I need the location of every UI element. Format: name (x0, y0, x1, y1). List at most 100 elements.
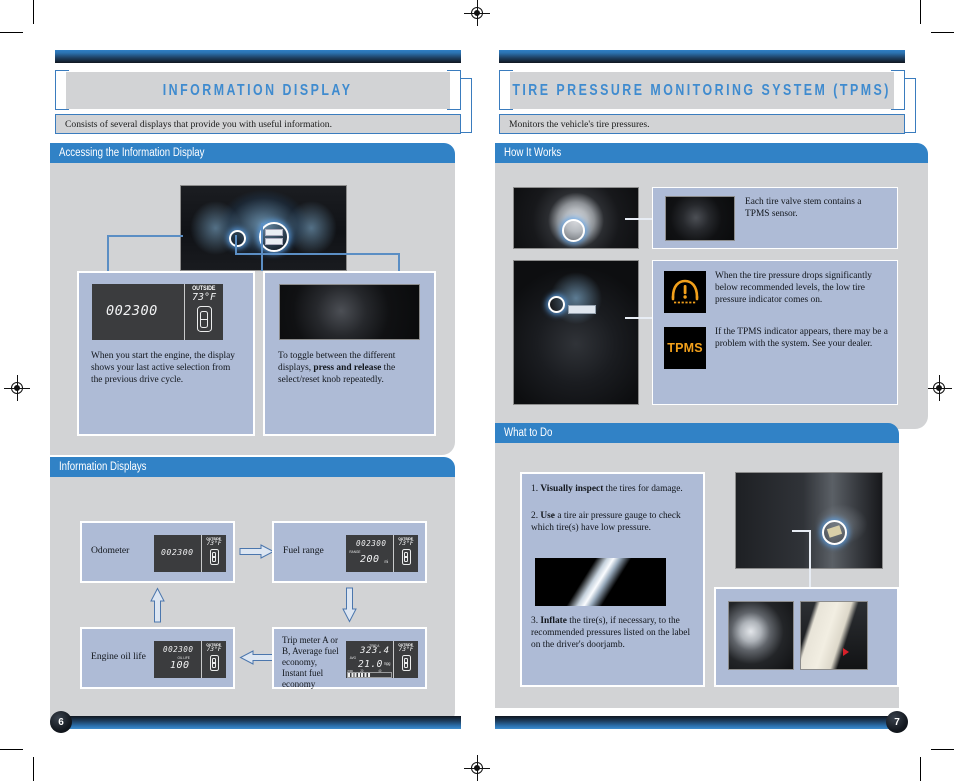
lcd-outside-label: OUTSIDE (206, 642, 222, 647)
chapter-title: TIRE PRESSURE MONITORING SYSTEM (TPMS) (512, 81, 892, 99)
display-item-engine-oil-life: Engine oil life 002300 OIL LIFE 100 OUTS… (80, 627, 235, 689)
lcd-engine-oil-life: 002300 OIL LIFE 100 OUTSIDE 73°F (154, 641, 226, 678)
step-2-bold: Use (540, 511, 555, 521)
step-1-rest: the tires for damage. (603, 484, 683, 494)
tire-wheel-photo (513, 187, 639, 249)
valve-stem-photo (665, 196, 735, 241)
step-3-bold: Inflate (540, 616, 567, 626)
tpms-indicator-label: TPMS (667, 341, 703, 355)
leader-line-doorjamb-vertical (809, 530, 811, 587)
lcd-main-area: 002300 (154, 535, 202, 572)
arrow-engine-oil-life-to-odometer (150, 587, 165, 623)
lcd-outside-temp: 73°F (398, 645, 414, 653)
leader-line-knob-down (235, 235, 237, 253)
lcd-outside-label: OUTSIDE (398, 536, 414, 541)
lcd-main-area: 002300 (92, 284, 185, 340)
display-item-trip-meter: Trip meter A or B, Average fuel economy,… (272, 627, 427, 689)
section-body-accessing: 002300 OUTSIDE 73°F When you start the e… (50, 163, 455, 455)
section-what-to-do: What to Do 1. Visually inspect the tires… (495, 423, 899, 708)
cluster-lcd-strip (568, 305, 596, 314)
steering-wheel-cluster-photo (513, 260, 639, 405)
step-1-number: 1. (531, 484, 539, 494)
cluster-callout-ring-knob (229, 230, 246, 247)
wheel-callout-ring-valve-stem (562, 219, 585, 242)
lcd-main-area: 002300 RANGE 200 mi (346, 535, 394, 572)
lcd-side-area: OUTSIDE 73°F (394, 535, 418, 572)
lcd-main-area: 002300 OIL LIFE 100 (154, 641, 202, 678)
vehicle-outline-icon (209, 655, 219, 672)
leader-line-display-down (261, 223, 263, 271)
leader-line-knob-across (235, 253, 400, 255)
leader-line-cluster-to-left-panel (107, 235, 183, 237)
panel-toggle-displays: To toggle between the different displays… (263, 271, 436, 436)
step-2-number: 2. (531, 511, 539, 521)
lcd-side-area: OUTSIDE 73°F (202, 641, 226, 678)
section-accessing-the-information-display: Accessing the Information Display 002300… (50, 143, 455, 455)
lcd-trip-meter: TRIP A 323.4 AVG 21.0 mpg mpg 20 40 OUTS… (346, 641, 418, 678)
section-body-how-it-works: Each tire valve stem contains a TPMS sen… (495, 163, 928, 429)
inflating-tire-photo (728, 601, 794, 670)
lcd-fuel-range: 002300 RANGE 200 mi OUTSIDE 73°F (346, 535, 418, 572)
leader-line-left-vertical (107, 235, 109, 271)
right-page: TIRE PRESSURE MONITORING SYSTEM (TPMS) M… (477, 0, 954, 781)
lcd-outside-label: OUTSIDE (192, 285, 216, 292)
chapter-title: INFORMATION DISPLAY (163, 81, 353, 99)
section-heading-how-it-works: How It Works (495, 143, 928, 163)
right-page-top-bar (499, 50, 905, 63)
step-2: 2. Use a tire air pressure gauge to chec… (531, 511, 696, 535)
panel-what-to-do-steps: 1. Visually inspect the tires for damage… (520, 472, 705, 687)
lcd-trip-value: 323.4 (360, 646, 390, 656)
note-tpms-text: If the TPMS indicator appears, there may… (715, 327, 888, 349)
section-how-it-works: How It Works Each tire valve stem contai… (495, 143, 928, 429)
page-number-left: 6 (50, 711, 72, 733)
note-low-pressure-text: When the tire pressure drops significant… (715, 271, 872, 305)
chapter-title-box: TIRE PRESSURE MONITORING SYSTEM (TPMS) (510, 72, 894, 109)
right-page-bottom-bar (495, 716, 901, 729)
section-information-displays: Information Displays Odometer 002300 OUT… (50, 457, 455, 725)
lcd-outside-temp: 73°F (206, 539, 222, 547)
lcd-display-odometer-start: 002300 OUTSIDE 73°F (92, 284, 223, 340)
display-item-label-trip-meter: Trip meter A or B, Average fuel economy,… (282, 635, 339, 690)
note-valve-stem-text: Each tire valve stem contains a TPMS sen… (745, 197, 862, 219)
title-bracket-outer-right (461, 78, 472, 133)
section-heading-what-to-do: What to Do (495, 423, 899, 443)
panel-caption-toggle: To toggle between the different displays… (278, 351, 428, 387)
lcd-side-area: OUTSIDE 73°F (202, 535, 226, 572)
lcd-bargraph-frame (347, 672, 392, 678)
lcd-range-label: RANGE (349, 549, 361, 554)
display-item-label-fuel-range: Fuel range (283, 545, 324, 556)
vehicle-outline-icon (401, 655, 411, 672)
vehicle-outline-icon (209, 549, 219, 566)
left-page: INFORMATION DISPLAY Consists of several … (0, 0, 477, 781)
note-indicators: When the tire pressure drops significant… (652, 260, 898, 405)
chapter-subtitle-box: Monitors the vehicle's tire pressures. (499, 114, 905, 134)
lcd-side-area: OUTSIDE 73°F (394, 641, 418, 678)
panel-caption-engine-start: When you start the engine, the display s… (91, 351, 235, 385)
toggle-caption-bold: press and release (313, 362, 382, 373)
lcd-main-area: TRIP A 323.4 AVG 21.0 mpg mpg 20 40 (346, 641, 394, 678)
chapter-subtitle-box: Consists of several displays that provid… (55, 114, 461, 134)
step-1: 1. Visually inspect the tires for damage… (531, 484, 696, 496)
lcd-odometer-value: 002300 (161, 547, 194, 557)
section-body-information-displays: Odometer 002300 OUTSIDE 73°F Fuel range … (50, 477, 455, 725)
leader-line-doorjamb-horizontal (792, 530, 810, 532)
left-page-bottom-bar (55, 716, 461, 729)
vehicle-outline-icon (401, 549, 411, 566)
lcd-outside-temp: 73°F (398, 539, 414, 547)
arrow-fuel-range-to-trip-meter (342, 587, 357, 623)
vehicle-outline-icon (196, 306, 212, 333)
right-chapter-title-block: TIRE PRESSURE MONITORING SYSTEM (TPMS) (499, 70, 905, 110)
arrow-odometer-to-fuel-range (239, 544, 275, 559)
low-tire-pressure-icon (671, 279, 699, 304)
lcd-avg-label: AVG (349, 656, 356, 660)
title-bracket-outer-right (905, 78, 916, 133)
steering-callout-ring-indicator (548, 296, 565, 313)
instrument-cluster-photo (180, 185, 347, 271)
display-item-odometer: Odometer 002300 OUTSIDE 73°F (80, 521, 235, 583)
lcd-outside-temp: 73°F (191, 292, 217, 304)
lcd-outside-label: OUTSIDE (398, 642, 414, 647)
lcd-odometer-value: 002300 (163, 645, 194, 654)
select-reset-knob-photo (279, 284, 420, 340)
arrow-trip-meter-to-engine-oil-life (239, 650, 275, 665)
leader-line-knob-to-right-panel (398, 253, 400, 271)
